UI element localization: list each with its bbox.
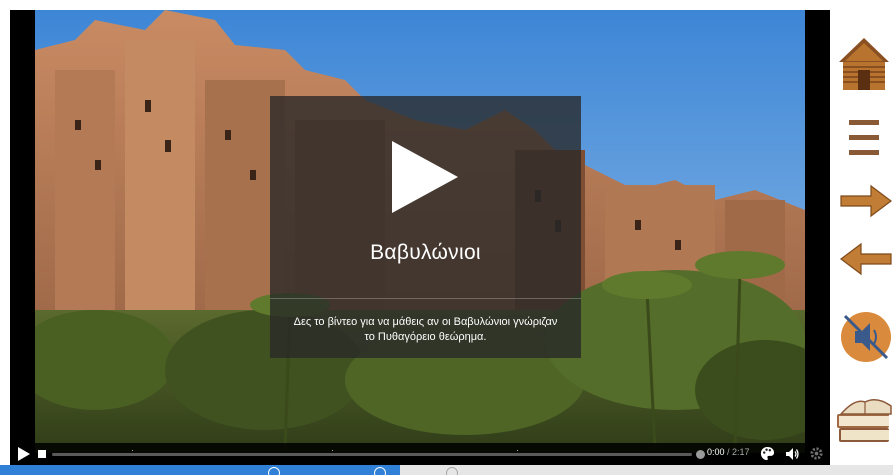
overlay-divider <box>270 298 581 299</box>
stop-icon[interactable] <box>38 450 46 458</box>
sound-muted-icon[interactable] <box>835 308 893 366</box>
progress-bar[interactable] <box>52 450 705 459</box>
books-icon[interactable] <box>835 388 893 448</box>
strip-marker <box>268 467 280 475</box>
settings-gear-icon[interactable] <box>809 446 824 461</box>
previous-arrow-icon[interactable] <box>835 240 893 278</box>
time-display: 0:00 / 2:17 <box>707 447 750 457</box>
play-pause-icon[interactable] <box>18 447 30 461</box>
chapter-marker <box>132 450 133 451</box>
video-info-overlay[interactable]: Βαβυλώνιοι Δες το βίντεο για να μάθεις α… <box>270 96 581 358</box>
next-arrow-icon[interactable] <box>835 182 893 220</box>
play-icon[interactable] <box>390 139 460 215</box>
volume-icon[interactable] <box>785 447 799 461</box>
duration: 2:17 <box>732 447 750 457</box>
current-time: 0:00 <box>707 447 725 457</box>
video-controls-bar: 0:00 / 2:17 <box>10 443 830 465</box>
time-separator: / <box>724 447 733 457</box>
home-cabin-icon[interactable] <box>835 36 893 94</box>
strip-highlight <box>0 465 400 475</box>
progress-handle[interactable] <box>696 450 705 459</box>
video-player[interactable]: Βαβυλώνιοι Δες το βίντεο για να μάθεις α… <box>10 10 830 465</box>
video-description: Δες το βίντεο για να μάθεις αν οι Βαβυλώ… <box>293 316 558 343</box>
chapter-marker <box>517 450 518 451</box>
menu-icon[interactable] <box>835 114 893 162</box>
strip-marker <box>374 467 386 475</box>
side-navigation <box>830 10 893 465</box>
palette-icon[interactable] <box>760 446 775 461</box>
video-title: Βαβυλώνιοι <box>370 241 481 264</box>
chapter-marker <box>332 450 333 451</box>
app-stage: Βαβυλώνιοι Δες το βίντεο για να μάθεις α… <box>0 0 893 475</box>
bottom-status-strip <box>0 465 893 475</box>
strip-marker <box>446 467 458 475</box>
